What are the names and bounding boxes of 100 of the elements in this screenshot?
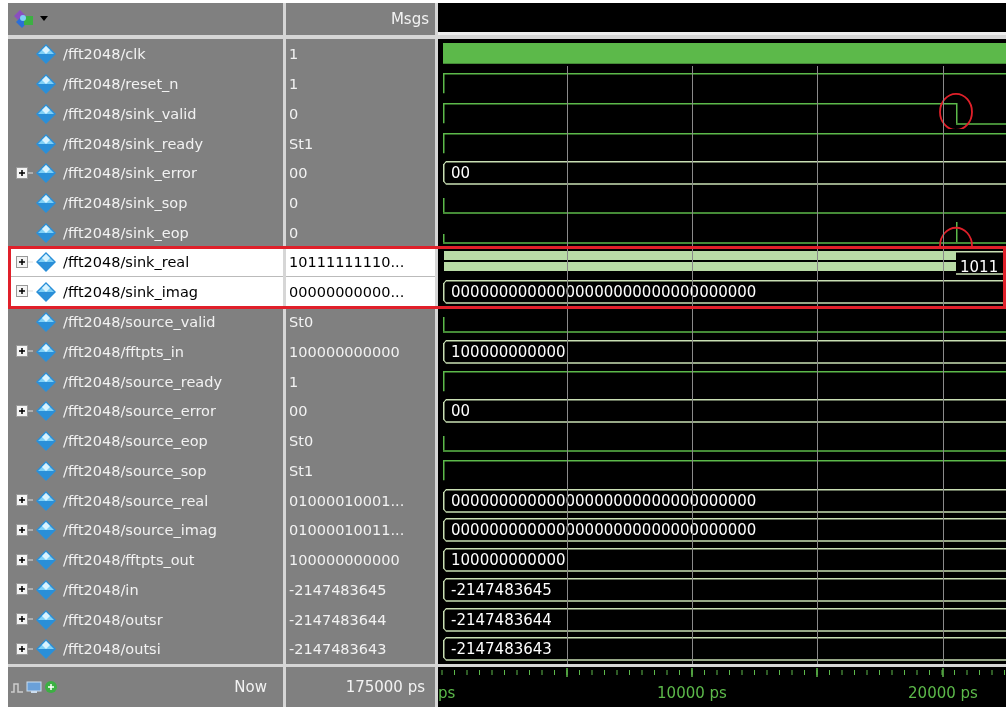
diamond-icon bbox=[35, 73, 57, 95]
bus-value: 00 bbox=[451, 402, 471, 421]
diamond-icon bbox=[35, 489, 57, 512]
name-cell[interactable]: /fft2048/source_real bbox=[8, 485, 283, 516]
toolbar-icon[interactable] bbox=[12, 7, 36, 30]
signal-value: St1 bbox=[286, 455, 435, 486]
expand-icon[interactable] bbox=[16, 345, 33, 359]
signal-value: 01000010011... bbox=[286, 515, 435, 546]
caret-icon[interactable] bbox=[40, 16, 48, 22]
signal-value: 100000000000 bbox=[286, 336, 435, 367]
name-cell[interactable]: /fft2048/sink_ready bbox=[8, 128, 283, 159]
signal-value: 0 bbox=[286, 98, 435, 129]
signal-value: 100000000000 bbox=[286, 545, 435, 575]
name-cell[interactable]: /fft2048/sink_error bbox=[8, 158, 283, 189]
screen-icon[interactable] bbox=[26, 680, 42, 694]
bus-value: -2147483643 bbox=[451, 640, 552, 659]
signal-name: /fft2048/outsi bbox=[63, 641, 161, 658]
diamond-icon bbox=[35, 280, 57, 303]
diamond-icon bbox=[35, 340, 57, 363]
name-cell[interactable]: /fft2048/sink_sop bbox=[8, 188, 283, 218]
bus-value: -2147483644 bbox=[451, 611, 552, 629]
expand-icon[interactable] bbox=[16, 166, 33, 180]
name-cell[interactable]: /fft2048/outsi bbox=[8, 634, 283, 665]
name-cell[interactable]: /fft2048/sink_real bbox=[8, 247, 283, 278]
name-cell[interactable]: /fft2048/clk bbox=[8, 39, 283, 70]
name-cell[interactable]: /fft2048/sink_imag bbox=[8, 277, 283, 308]
signal-name: /fft2048/reset_n bbox=[63, 76, 179, 92]
name-cell[interactable]: /fft2048/source_sop bbox=[8, 455, 283, 486]
diamond-icon bbox=[35, 430, 57, 452]
signal-name: /fft2048/source_valid bbox=[63, 314, 216, 330]
diamond-icon bbox=[35, 192, 57, 214]
expand-icon[interactable] bbox=[16, 494, 33, 507]
diamond-icon bbox=[35, 400, 57, 423]
signal-name: /fft2048/sink_eop bbox=[63, 224, 189, 241]
name-cell[interactable]: /fft2048/source_eop bbox=[8, 426, 283, 456]
signal-name: /fft2048/sink_error bbox=[63, 165, 197, 182]
signal-value: 1 bbox=[286, 366, 435, 397]
diamond-icon bbox=[35, 578, 57, 601]
name-cell[interactable]: /fft2048/fftpts_in bbox=[8, 336, 283, 367]
time-label: 10000 ps bbox=[657, 684, 727, 702]
signal-value: St0 bbox=[286, 426, 435, 456]
signal-value: 10111111110... bbox=[286, 247, 435, 278]
bus-value: 100000000000 bbox=[451, 551, 566, 570]
diamond-icon bbox=[35, 311, 57, 333]
expand-icon[interactable] bbox=[16, 404, 33, 418]
expand-icon[interactable] bbox=[16, 255, 33, 269]
time-label: 20000 ps bbox=[908, 684, 978, 702]
diamond-icon bbox=[35, 221, 57, 244]
expand-icon[interactable] bbox=[16, 613, 33, 626]
name-cell[interactable]: /fft2048/sink_eop bbox=[8, 217, 283, 248]
diamond-icon bbox=[35, 608, 57, 631]
expand-icon[interactable] bbox=[16, 583, 33, 597]
bus-value: 00000000000000000000000000000000 bbox=[451, 283, 757, 302]
diamond-icon bbox=[35, 251, 57, 273]
diamond-icon bbox=[35, 549, 57, 571]
signal-name: /fft2048/fftpts_in bbox=[63, 343, 184, 360]
bus-value: -2147483645 bbox=[451, 581, 552, 600]
diamond-icon bbox=[35, 102, 57, 125]
bus-value: 00000000000000000000000000000000 bbox=[451, 521, 757, 540]
name-cell[interactable]: /fft2048/fftpts_out bbox=[8, 545, 283, 575]
signal-value: 00 bbox=[286, 158, 435, 189]
now-label: Now bbox=[234, 678, 267, 696]
signal-name: /fft2048/fftpts_out bbox=[63, 552, 195, 568]
expand-icon[interactable] bbox=[16, 285, 33, 299]
signal-name: /fft2048/source_error bbox=[63, 403, 216, 420]
time-label: ps bbox=[438, 684, 456, 702]
diamond-icon bbox=[35, 459, 57, 482]
name-cell[interactable]: /fft2048/source_valid bbox=[8, 307, 283, 337]
expand-icon[interactable] bbox=[16, 642, 33, 656]
signal-value: St0 bbox=[286, 307, 435, 337]
column-header: Msgs bbox=[286, 3, 435, 35]
signal-name: /fft2048/source_sop bbox=[63, 462, 207, 479]
add-icon[interactable] bbox=[44, 680, 58, 694]
signal-value: St1 bbox=[286, 128, 435, 159]
signal-name: /fft2048/source_imag bbox=[63, 522, 217, 539]
name-cell[interactable]: /fft2048/outsr bbox=[8, 604, 283, 635]
name-cell[interactable]: /fft2048/source_imag bbox=[8, 515, 283, 546]
bus-value: 1011 bbox=[960, 257, 999, 276]
signal-value: 1 bbox=[286, 69, 435, 99]
diamond-icon bbox=[35, 370, 57, 393]
diamond-icon bbox=[35, 519, 57, 542]
expand-icon[interactable] bbox=[16, 523, 33, 537]
diamond-icon bbox=[35, 43, 57, 66]
expand-icon[interactable] bbox=[16, 553, 33, 567]
name-cell[interactable]: /fft2048/source_error bbox=[8, 396, 283, 427]
name-cell[interactable]: /fft2048/reset_n bbox=[8, 69, 283, 99]
diamond-icon bbox=[35, 162, 57, 185]
signal-value: -2147483645 bbox=[286, 574, 435, 605]
signal-name: /fft2048/sink_valid bbox=[63, 105, 197, 122]
diamond-icon bbox=[35, 638, 57, 661]
name-cell[interactable]: /fft2048/sink_valid bbox=[8, 98, 283, 129]
bus-value: 00 bbox=[451, 164, 471, 183]
signal-name: /fft2048/sink_imag bbox=[63, 283, 198, 300]
bus-value: 100000000000 bbox=[451, 343, 566, 362]
signal-value: 00000000000... bbox=[286, 277, 435, 308]
signal-name: /fft2048/sink_sop bbox=[63, 195, 188, 211]
signal-name: /fft2048/source_eop bbox=[63, 433, 208, 449]
name-cell[interactable]: /fft2048/in bbox=[8, 574, 283, 605]
signal-name: /fft2048/sink_real bbox=[63, 254, 190, 270]
name-cell[interactable]: /fft2048/source_ready bbox=[8, 366, 283, 397]
